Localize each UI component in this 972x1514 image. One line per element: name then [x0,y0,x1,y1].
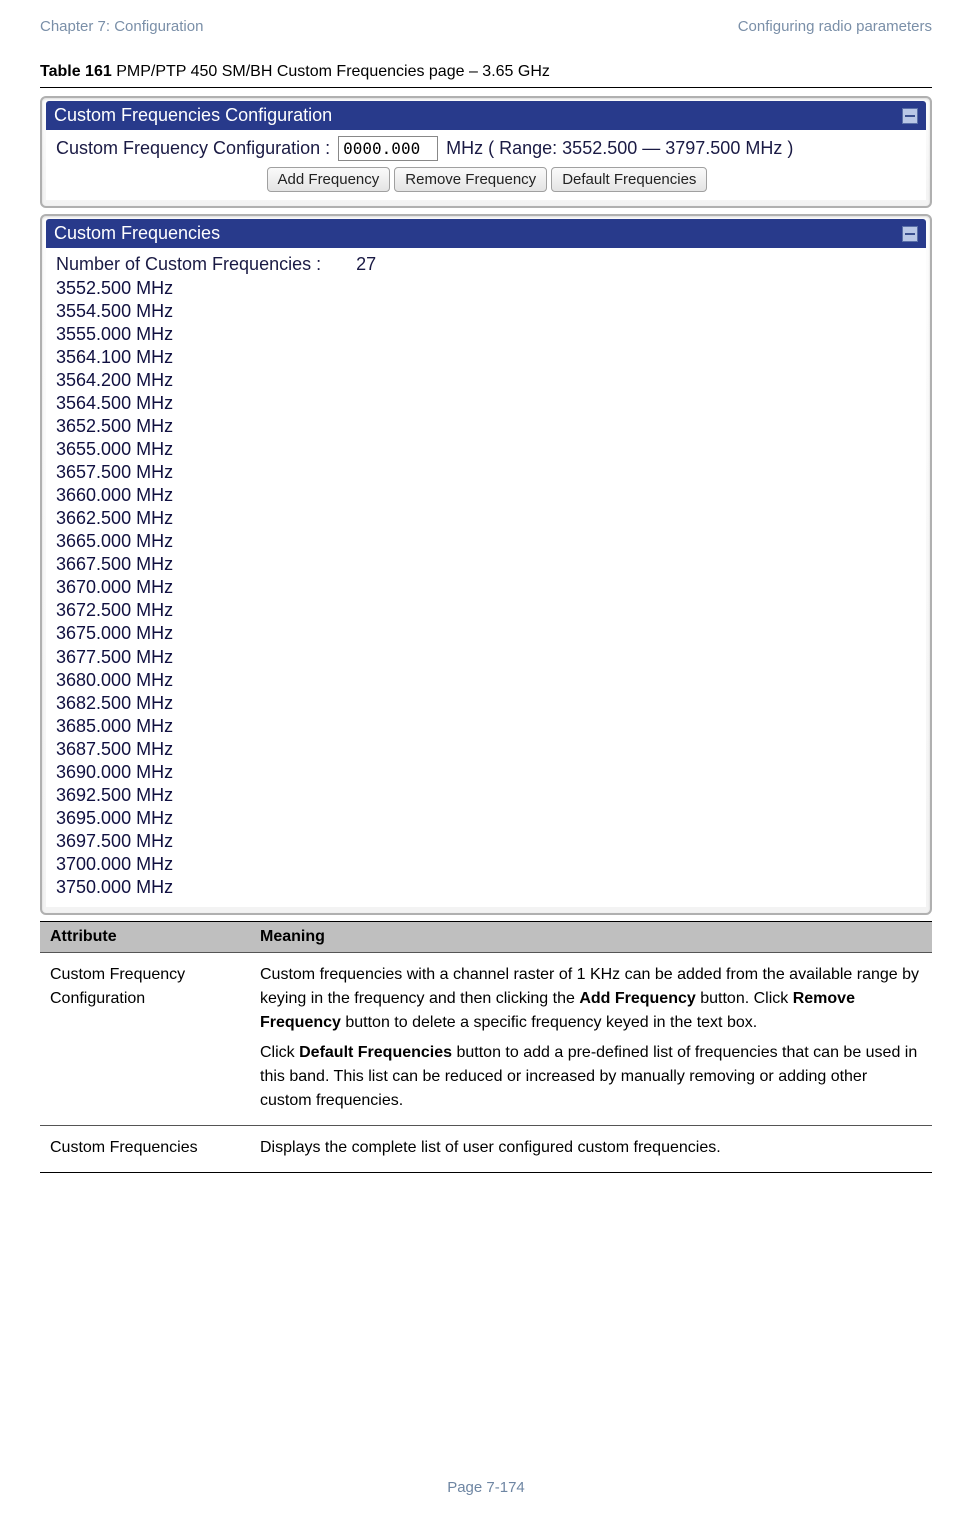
frequency-item: 3685.000 MHz [56,715,918,738]
collapse-icon[interactable] [902,226,918,242]
frequency-item: 3692.500 MHz [56,784,918,807]
frequency-list: 3552.500 MHz3554.500 MHz3555.000 MHz3564… [56,277,918,899]
attr-cell: Custom Frequencies [40,1125,250,1172]
remove-frequency-button[interactable]: Remove Frequency [394,167,547,192]
frequency-item: 3670.000 MHz [56,576,918,599]
collapse-icon[interactable] [902,108,918,124]
chapter-label: Chapter 7: Configuration [40,18,203,35]
header-meaning: Meaning [250,921,932,952]
count-label: Number of Custom Frequencies : [56,254,321,274]
section-label: Configuring radio parameters [738,18,932,35]
frequency-item: 3564.200 MHz [56,369,918,392]
frequency-item: 3564.500 MHz [56,392,918,415]
config-panel-title-text: Custom Frequencies Configuration [54,105,332,126]
config-label: Custom Frequency Configuration : [56,138,330,159]
caption-rest: PMP/PTP 450 SM/BH Custom Frequencies pag… [112,63,550,80]
frequency-item: 3750.000 MHz [56,876,918,899]
frequency-item: 3655.000 MHz [56,438,918,461]
frequency-item: 3552.500 MHz [56,277,918,300]
frequencies-panel-title: Custom Frequencies [46,219,926,248]
page-footer: Page 7-174 [0,1479,972,1496]
frequency-item: 3687.500 MHz [56,738,918,761]
meaning-cell: Displays the complete list of user confi… [250,1125,932,1172]
frequency-item: 3695.000 MHz [56,807,918,830]
default-frequencies-button[interactable]: Default Frequencies [551,167,707,192]
frequency-item: 3690.000 MHz [56,761,918,784]
frequency-item: 3700.000 MHz [56,853,918,876]
frequency-item: 3697.500 MHz [56,830,918,853]
frequencies-panel-title-text: Custom Frequencies [54,223,220,244]
frequency-item: 3662.500 MHz [56,507,918,530]
header-attribute: Attribute [40,921,250,952]
frequency-item: 3667.500 MHz [56,553,918,576]
range-text: MHz ( Range: 3552.500 — 3797.500 MHz ) [446,138,793,159]
frequency-item: 3652.500 MHz [56,415,918,438]
frequency-item: 3665.000 MHz [56,530,918,553]
caption-rule [40,87,932,88]
add-frequency-button[interactable]: Add Frequency [267,167,391,192]
frequency-item: 3660.000 MHz [56,484,918,507]
table-row: Custom Frequency Configuration Custom fr… [40,952,932,1125]
table-caption: Table 161 PMP/PTP 450 SM/BH Custom Frequ… [40,63,932,81]
frequency-item: 3555.000 MHz [56,323,918,346]
table-row: Custom Frequencies Displays the complete… [40,1125,932,1172]
meaning-cell: Custom frequencies with a channel raster… [250,952,932,1125]
count-value: 27 [356,254,376,274]
attr-cell: Custom Frequency Configuration [40,952,250,1125]
caption-prefix: Table 161 [40,63,112,80]
config-panel-title: Custom Frequencies Configuration [46,101,926,130]
frequency-item: 3672.500 MHz [56,599,918,622]
frequency-item: 3680.000 MHz [56,669,918,692]
frequency-item: 3677.500 MHz [56,646,918,669]
frequency-input[interactable] [338,136,438,161]
frequency-item: 3657.500 MHz [56,461,918,484]
frequency-item: 3554.500 MHz [56,300,918,323]
config-panel: Custom Frequencies Configuration Custom … [40,96,932,208]
frequencies-panel: Custom Frequencies Number of Custom Freq… [40,214,932,915]
frequency-item: 3564.100 MHz [56,346,918,369]
frequency-item: 3682.500 MHz [56,692,918,715]
attribute-table: Attribute Meaning Custom Frequency Confi… [40,921,932,1173]
frequency-item: 3675.000 MHz [56,622,918,645]
